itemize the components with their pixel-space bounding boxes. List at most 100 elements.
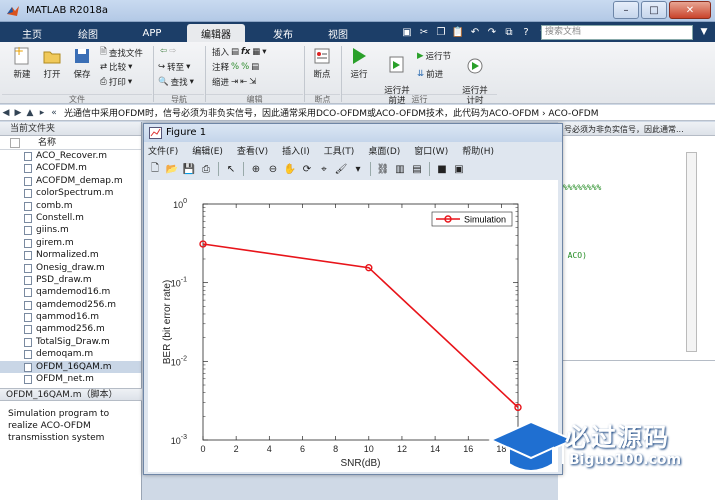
breadcrumb[interactable]: 光通信中采用OFDM时，信号必须为非负实信号，因此通常采用DCO-OFDM或AC… xyxy=(64,106,599,119)
redo-quick-icon[interactable]: ↷ xyxy=(485,25,499,39)
name-column-header[interactable]: 名称 xyxy=(0,136,141,150)
print-icon: ⎙ xyxy=(100,77,107,87)
undo-quick-icon[interactable]: ↶ xyxy=(468,25,482,39)
menu-file[interactable]: 文件(F) xyxy=(148,144,178,158)
tab-plots[interactable]: 绘图 xyxy=(66,24,110,42)
back-icon[interactable]: ◀ xyxy=(0,108,12,118)
maximize-button[interactable]: □ xyxy=(641,1,667,19)
save-button[interactable]: 保存 xyxy=(68,46,96,80)
menu-insert[interactable]: 插入(I) xyxy=(282,144,310,158)
new-figure-icon[interactable]: 🗋 xyxy=(148,162,162,176)
x-tick-label: 2 xyxy=(234,444,239,454)
y-tick-label: 10-1 xyxy=(171,277,187,289)
tab-apps[interactable]: APP xyxy=(122,24,182,42)
file-list-item[interactable]: giins.m xyxy=(0,224,141,236)
m-file-icon xyxy=(24,375,32,385)
tab-publish[interactable]: 发布 xyxy=(255,24,311,42)
editor-scrollbar[interactable] xyxy=(686,152,697,352)
goto-button[interactable]: ↪ 转至 ▾ xyxy=(158,61,190,73)
brush-icon[interactable]: 🖌 xyxy=(334,162,348,176)
menu-edit[interactable]: 编辑(E) xyxy=(192,144,223,158)
tab-view[interactable]: 视图 xyxy=(316,24,360,42)
cut-quick-icon[interactable]: ✂ xyxy=(417,25,431,39)
indent-button[interactable]: 缩进 ⇥ ⇤ ⇲ xyxy=(212,76,256,88)
close-button[interactable]: ✕ xyxy=(669,1,711,19)
file-list-item[interactable]: qammod16.m xyxy=(0,311,141,323)
hide-plot-tools-icon[interactable]: ■ xyxy=(435,162,449,176)
print-button[interactable]: ⎙ 打印 ▾ xyxy=(100,76,132,88)
show-plot-tools-icon[interactable]: ▣ xyxy=(452,162,466,176)
open-button[interactable]: 打开 xyxy=(38,46,66,80)
figure-title: Figure 1 xyxy=(166,127,207,138)
y-axis-label: BER (bit error rate) xyxy=(162,280,173,364)
save-quick-icon[interactable]: ▣ xyxy=(400,25,414,39)
switch-windows-icon[interactable]: ⧉ xyxy=(502,25,516,39)
file-list-item[interactable]: ACOFDM_demap.m xyxy=(0,175,141,187)
save-disk-icon xyxy=(75,49,89,63)
m-file-icon xyxy=(24,350,32,360)
print-figure-icon[interactable]: ⎙ xyxy=(199,162,213,176)
file-list-item[interactable]: qamdemod256.m xyxy=(0,299,141,311)
legend-icon[interactable]: ▤ xyxy=(410,162,424,176)
insert-button[interactable]: 插入 ▤ fx ▦ ▾ xyxy=(212,46,267,58)
file-list-item[interactable]: OFDM_net.m xyxy=(0,373,141,385)
file-list-item[interactable]: qamdemod16.m xyxy=(0,286,141,298)
select-all-checkbox[interactable] xyxy=(10,138,20,148)
zoom-out-icon[interactable]: ⊖ xyxy=(266,162,280,176)
back-forward-buttons[interactable]: ⇦ ⇨ xyxy=(160,46,176,56)
menu-view[interactable]: 查看(V) xyxy=(237,144,268,158)
link-plot-icon[interactable]: ⛓ xyxy=(376,162,390,176)
pan-icon[interactable]: ✋ xyxy=(283,162,297,176)
file-list-item[interactable]: ACOFDM.m xyxy=(0,162,141,174)
compare-button[interactable]: ⇄ 比较 ▾ xyxy=(100,61,132,73)
file-list-item[interactable]: comb.m xyxy=(0,200,141,212)
run-section-button[interactable]: ▶ 运行节 xyxy=(417,50,451,62)
file-list-item[interactable]: Constell.m xyxy=(0,212,141,224)
breakpoints-button[interactable]: 断点 xyxy=(309,46,335,80)
brush-dropdown-icon[interactable]: ▾ xyxy=(351,162,365,176)
search-input[interactable]: 搜索文档 xyxy=(541,25,693,40)
pointer-icon[interactable]: ↖ xyxy=(224,162,238,176)
browse-folder-icon[interactable]: ▸ xyxy=(36,108,48,118)
file-list-item[interactable]: TotalSig_Draw.m xyxy=(0,336,141,348)
paste-quick-icon[interactable]: 📋 xyxy=(451,25,465,39)
breakpoints-icon xyxy=(314,48,330,64)
file-list-item[interactable]: qammod256.m xyxy=(0,323,141,335)
menu-desktop[interactable]: 桌面(D) xyxy=(368,144,400,158)
menu-window[interactable]: 窗口(W) xyxy=(414,144,448,158)
menu-help[interactable]: 帮助(H) xyxy=(462,144,494,158)
minimize-button[interactable]: – xyxy=(613,1,639,19)
advance-button[interactable]: ⇊ 前进 xyxy=(417,68,443,80)
menu-tools[interactable]: 工具(T) xyxy=(324,144,355,158)
compare-icon: ⇄ xyxy=(100,62,108,72)
tab-editor[interactable]: 编辑器 xyxy=(187,24,245,42)
file-list-item[interactable]: Onesig_draw.m xyxy=(0,262,141,274)
new-button[interactable]: + 新建 xyxy=(8,46,36,80)
help-quick-icon[interactable]: ? xyxy=(519,25,533,39)
forward-icon[interactable]: ▶ xyxy=(12,108,24,118)
file-list-item[interactable]: colorSpectrum.m xyxy=(0,187,141,199)
folder-up-icon[interactable]: ▲ xyxy=(24,108,36,118)
find-button[interactable]: 🔍 查找 ▾ xyxy=(158,76,194,88)
file-list-item[interactable]: demoqam.m xyxy=(0,348,141,360)
tab-home[interactable]: 主页 xyxy=(10,24,54,42)
file-list-item[interactable]: ACO_Recover.m xyxy=(0,150,141,162)
file-list-item[interactable]: PSD_draw.m xyxy=(0,274,141,286)
x-tick-label: 8 xyxy=(333,444,338,454)
open-file-icon[interactable]: 📂 xyxy=(165,162,179,176)
data-cursor-icon[interactable]: ⌖ xyxy=(317,162,331,176)
comment-button[interactable]: 注释%% ▤ xyxy=(212,61,259,73)
search-filter-icon[interactable]: ▼ xyxy=(697,25,711,39)
copy-quick-icon[interactable]: ❐ xyxy=(434,25,448,39)
file-list-item[interactable]: girem.m xyxy=(0,237,141,249)
zoom-in-icon[interactable]: ⊕ xyxy=(249,162,263,176)
save-figure-icon[interactable]: 💾 xyxy=(182,162,196,176)
run-section-icon: ▶ xyxy=(417,51,424,61)
find-files-button[interactable]: 🗎 查找文件 xyxy=(100,46,143,60)
colorbar-icon[interactable]: ▥ xyxy=(393,162,407,176)
rotate-icon[interactable]: ⟳ xyxy=(300,162,314,176)
file-list-item[interactable]: OFDM_16QAM.m xyxy=(0,360,141,374)
file-list-item[interactable]: Normalized.m xyxy=(0,249,141,261)
run-button[interactable]: 运行 xyxy=(346,46,372,80)
editor-panel: 号必须为非负实信号，因此通常... %%%%%%%%% c ACO) xyxy=(558,122,715,360)
